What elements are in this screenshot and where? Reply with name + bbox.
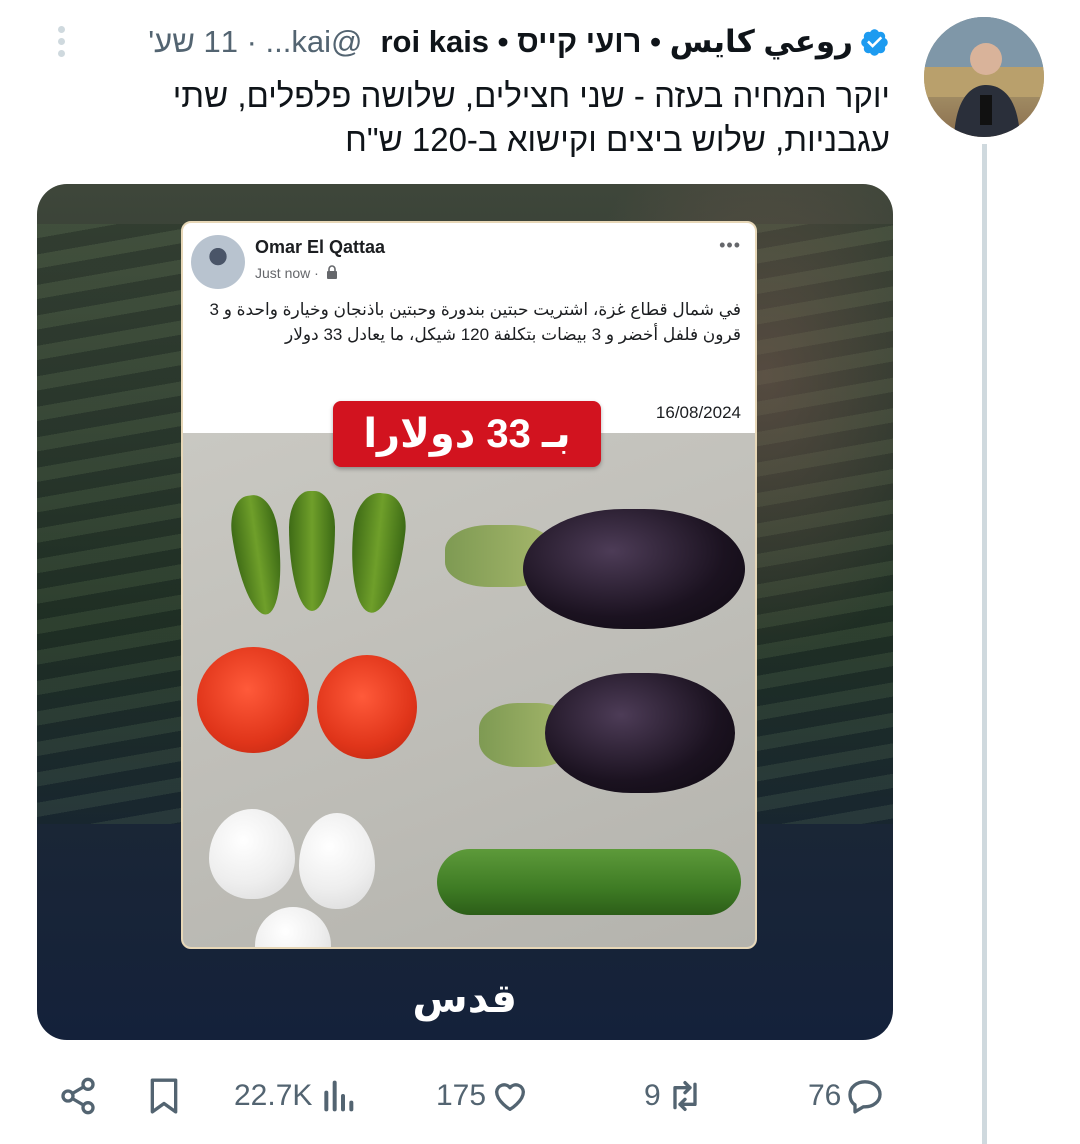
reply-button[interactable]: 76 (808, 1070, 885, 1122)
green-pepper (226, 492, 290, 618)
reply-icon (848, 1080, 883, 1114)
embedded-facebook-post: Omar El Qattaa Just now · ••• في شمال قط… (181, 221, 757, 949)
retweet-icon (673, 1081, 697, 1111)
bookmark-icon (150, 1078, 178, 1114)
likes-count: 175 (436, 1079, 487, 1112)
post-text: في شمال قطاع غزة، اشتريت حبتين بندورة وح… (209, 300, 741, 344)
display-name-arabic[interactable]: روعي كايس (670, 24, 853, 60)
egg (255, 907, 331, 947)
views-count: 22.7K (234, 1079, 313, 1112)
timestamp[interactable]: 11 שע' (148, 24, 238, 60)
profile-avatar[interactable] (924, 17, 1044, 137)
analytics-icon (324, 1080, 354, 1112)
cucumber (437, 849, 741, 915)
tweet-media-image[interactable]: Omar El Qattaa Just now · ••• في شمال قط… (37, 184, 893, 1040)
share-icon (61, 1077, 95, 1115)
tomato (197, 647, 309, 753)
tweet-text-line: עגבניות, שלוש ביצים וקישוא ב-120 ש"ח (345, 121, 890, 158)
post-more-icon: ••• (719, 235, 741, 255)
post-date: 16/08/2024 (655, 403, 741, 422)
green-pepper (289, 491, 335, 611)
egg (209, 809, 295, 899)
post-time: Just now · (255, 265, 338, 281)
verified-badge-icon (861, 28, 888, 56)
display-name-english[interactable]: roi kais (380, 24, 489, 60)
thread-line (982, 144, 987, 1144)
display-name-hebrew[interactable]: רועי קייס (517, 24, 641, 60)
post-author-name: Omar El Qattaa (255, 237, 386, 257)
egg (299, 813, 375, 909)
bookmark-button[interactable] (144, 1070, 184, 1122)
retweet-button[interactable]: 9 (644, 1070, 705, 1122)
tomato (317, 655, 417, 759)
like-button[interactable]: 175 (436, 1070, 530, 1122)
heart-icon (495, 1083, 526, 1111)
replies-count: 76 (808, 1079, 842, 1112)
lock-icon (326, 265, 337, 279)
tweet-text: יוקר המחיה בעזה - שני חצילים, שלושה פלפל… (90, 74, 890, 162)
eggplant (545, 673, 735, 793)
tweet-text-line: יוקר המחיה בעזה - שני חצילים, שלושה פלפל… (172, 77, 890, 114)
green-pepper (344, 490, 410, 616)
retweets-count: 9 (644, 1079, 661, 1112)
post-author-avatar (191, 235, 245, 289)
views-button[interactable]: 22.7K (234, 1070, 358, 1122)
more-options-icon[interactable] (48, 22, 74, 62)
tweet-header: روعي كايس • רועי קייס • roi kais @kai...… (148, 22, 890, 62)
handle[interactable]: @kai... (266, 24, 363, 60)
share-button[interactable] (58, 1070, 98, 1122)
quds-watermark: قدس (412, 977, 518, 1021)
eggplant (523, 509, 745, 629)
produce-photo: بـ 33 دولارا (183, 401, 755, 947)
price-badge: بـ 33 دولارا (333, 401, 601, 467)
avatar-portrait (924, 17, 1044, 137)
